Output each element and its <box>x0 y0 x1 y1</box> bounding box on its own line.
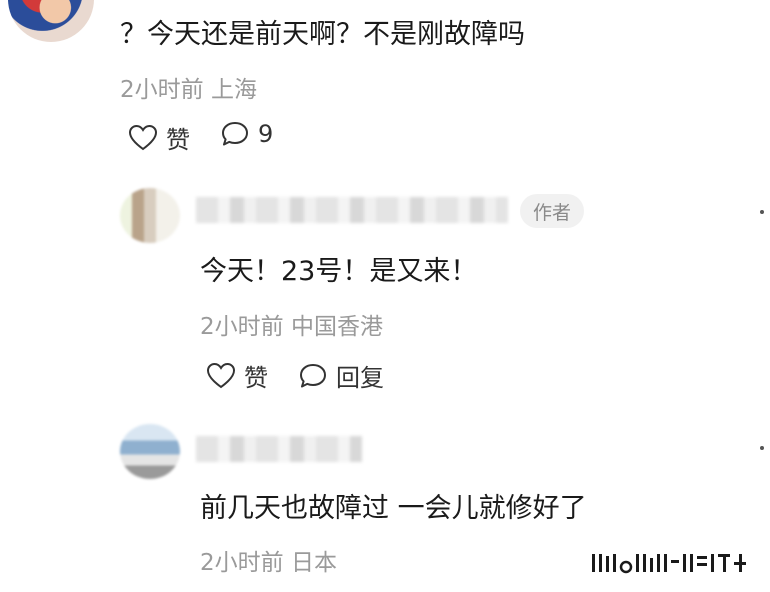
reply-author-name-blurred[interactable] <box>196 436 362 462</box>
reply-avatar[interactable] <box>120 424 180 479</box>
comment-like-button[interactable]: 赞 <box>128 120 190 155</box>
reply-like-button[interactable]: 赞 <box>206 358 268 393</box>
like-label: 赞 <box>166 126 190 154</box>
reply-location: 日本 <box>290 550 337 576</box>
reply-avatar[interactable] <box>120 188 180 243</box>
reply-meta: 2小时前 中国香港 <box>200 307 383 341</box>
comment-reply-count-button[interactable]: 9 <box>220 120 273 148</box>
reply-text: 今天！23号！是又来！ <box>200 256 478 287</box>
like-label: 赞 <box>244 364 268 392</box>
reply-meta: 2小时前 日本 <box>200 543 337 577</box>
reply-location: 中国香港 <box>290 314 383 340</box>
speech-bubble-icon <box>298 362 328 390</box>
watermark-logo <box>590 550 758 576</box>
author-badge: 作者 <box>520 194 584 228</box>
reply-author-name-blurred[interactable] <box>196 197 508 223</box>
reply-count: 9 <box>258 120 274 148</box>
commenter-avatar[interactable] <box>8 0 94 42</box>
more-dots-icon[interactable] <box>760 446 764 450</box>
reply-label: 回复 <box>336 364 384 392</box>
reply-text: 前几天也故障过 一会儿就修好了 <box>200 493 587 524</box>
comment-meta: 2小时前 上海 <box>120 70 257 104</box>
reply-button[interactable]: 回复 <box>298 358 384 393</box>
more-dots-icon[interactable] <box>760 210 764 214</box>
heart-outline-icon <box>128 124 158 152</box>
comment-time: 2小时前 <box>120 77 204 103</box>
comment-text: ？今天还是前天啊？不是刚故障吗 <box>120 19 525 50</box>
comment-location: 上海 <box>210 77 257 103</box>
speech-bubble-icon <box>220 120 250 148</box>
reply-time: 2小时前 <box>200 550 284 576</box>
heart-outline-icon <box>206 362 236 390</box>
reply-time: 2小时前 <box>200 314 284 340</box>
